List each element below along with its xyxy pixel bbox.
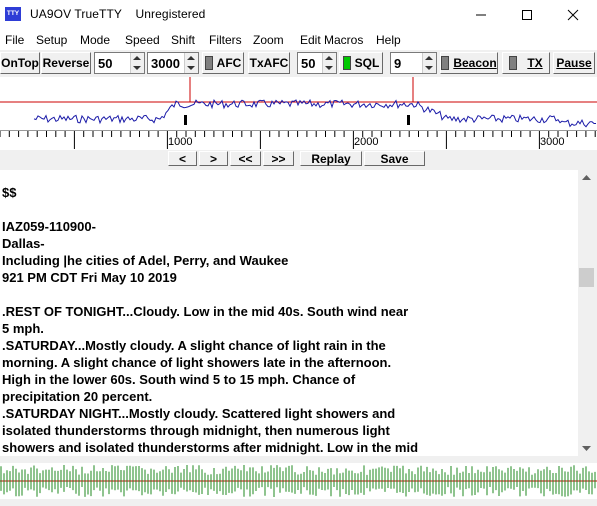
text-line: showers and isolated thunderstorms after… — [2, 440, 419, 455]
text-line: .SATURDAY...Mostly cloudy. A slight chan… — [2, 338, 386, 353]
replay-controls: < > << >> Replay Save — [0, 150, 597, 167]
text-line: IAZ059-110900- — [2, 219, 96, 234]
afc-label: AFC — [216, 56, 242, 70]
menu-setup[interactable]: Setup — [36, 33, 67, 47]
beacon-button[interactable]: Beacon — [440, 52, 498, 74]
scroll-thumb — [579, 268, 594, 287]
maximize-icon[interactable] — [504, 0, 550, 30]
text-line: isolated thunderstorms through midnight,… — [2, 423, 390, 438]
scroll-up-icon — [582, 175, 591, 180]
forward-button[interactable]: >> — [263, 151, 294, 166]
menu-speed[interactable]: Speed — [125, 33, 160, 47]
text-line: morning. A slight chance of light shower… — [2, 355, 392, 370]
next-button[interactable]: > — [199, 151, 228, 166]
beacon-led — [441, 56, 450, 70]
text-line: 5 mph. — [2, 321, 44, 336]
menu-shift[interactable]: Shift — [171, 33, 195, 47]
toolbar: OnTop Reverse 50 3000 AFC TxAFC 50 SQL 9… — [0, 50, 597, 76]
app-icon: TTY — [5, 7, 21, 21]
save-button[interactable]: Save — [364, 151, 425, 166]
shift-value: 3000 — [151, 56, 180, 71]
menu-mode[interactable]: Mode — [80, 33, 110, 47]
prev-button[interactable]: < — [168, 151, 197, 166]
text-line: .REST OF TONIGHT...Cloudy. Low in the mi… — [2, 304, 409, 319]
text-line: $$ — [2, 185, 17, 200]
tick-label-3000: 3000 — [540, 136, 565, 148]
sql-led — [342, 56, 351, 70]
received-text-area[interactable]: $$ IAZ059-110900- Dallas- Including |he … — [0, 170, 578, 456]
menu-help[interactable]: Help — [376, 33, 401, 47]
pause-button[interactable]: Pause — [553, 52, 595, 74]
minimize-icon[interactable] — [458, 0, 504, 30]
waterfall-display[interactable] — [0, 463, 597, 499]
frequency-scale: 1000 2000 3000 — [0, 130, 597, 151]
reverse-button[interactable]: Reverse — [41, 52, 91, 74]
filter-value: 50 — [301, 56, 316, 71]
sql-label: SQL — [354, 56, 380, 70]
tx-button[interactable]: TX — [502, 52, 550, 74]
replay-button[interactable]: Replay — [300, 151, 362, 166]
afc-led — [204, 56, 213, 70]
menu-zoom[interactable]: Zoom — [253, 33, 284, 47]
text-line: precipitation 20 percent. — [2, 389, 153, 404]
tx-label: TX — [527, 56, 543, 70]
shift-stepper[interactable]: 3000 — [147, 52, 199, 74]
afc-button[interactable]: AFC — [202, 52, 244, 74]
tick-label-1000: 1000 — [168, 136, 193, 148]
menu-filters[interactable]: Filters — [209, 33, 242, 47]
close-icon[interactable] — [550, 0, 596, 30]
rewind-button[interactable]: << — [230, 151, 261, 166]
window-title: UA9OV TrueTTY Unregistered — [30, 7, 206, 21]
text-line: Dallas- — [2, 236, 45, 251]
ontop-button[interactable]: OnTop — [0, 52, 40, 74]
filter-stepper[interactable]: 50 — [297, 52, 337, 74]
text-line: High in the lower 60s. South wind 5 to 1… — [2, 372, 356, 387]
sql-stepper[interactable]: 9 — [390, 52, 437, 74]
txafc-button[interactable]: TxAFC — [248, 52, 290, 74]
scroll-down-icon — [582, 446, 591, 451]
speed-stepper[interactable]: 50 — [94, 52, 145, 74]
beacon-label: Beacon — [453, 56, 497, 70]
text-line: .SATURDAY NIGHT...Mostly cloudy. Scatter… — [2, 406, 396, 421]
tx-led — [509, 56, 518, 70]
menu-file[interactable]: File — [5, 33, 24, 47]
text-scrollbar[interactable] — [578, 170, 595, 456]
text-line: Including |he cities of Adel, Perry, and… — [2, 253, 289, 268]
sql-value: 9 — [394, 56, 402, 71]
menu-bar: File Setup Mode Speed Shift Filters Zoom… — [0, 30, 597, 50]
title-bar: TTY UA9OV TrueTTY Unregistered — [0, 0, 597, 30]
sql-button[interactable]: SQL — [339, 52, 383, 74]
spectrum-display[interactable] — [0, 77, 597, 130]
menu-edit-macros[interactable]: Edit Macros — [300, 33, 363, 47]
tick-label-2000: 2000 — [354, 136, 379, 148]
speed-value: 50 — [98, 56, 113, 71]
text-line: 921 PM CDT Fri May 10 2019 — [2, 270, 177, 285]
